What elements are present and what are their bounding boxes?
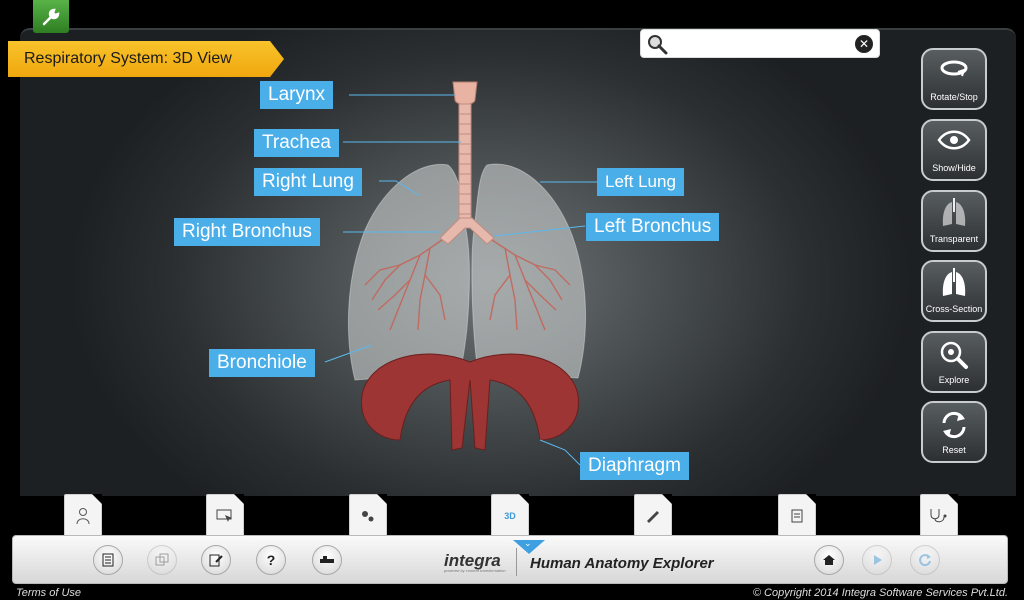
- home-icon: [823, 555, 835, 565]
- show-hide-label: Show/Hide: [932, 163, 976, 173]
- tab-settings[interactable]: [349, 494, 387, 536]
- diaphragm-shape: [361, 353, 579, 451]
- cross-section-button[interactable]: Cross-Section: [921, 260, 987, 322]
- help-button[interactable]: ?: [256, 545, 286, 575]
- rotate-stop-label: Rotate/Stop: [930, 92, 978, 102]
- copyright-text: © Copyright 2014 Integra Software Servic…: [752, 587, 1008, 599]
- tab-notes-write[interactable]: [634, 494, 672, 536]
- copy-icon: [155, 553, 169, 566]
- right-lung-shape: [347, 163, 470, 381]
- edit-notes-button[interactable]: [201, 545, 231, 575]
- tab-diagnosis[interactable]: [920, 494, 958, 536]
- label-right-bronchus[interactable]: Right Bronchus: [174, 218, 320, 246]
- label-diaphragm[interactable]: Diaphragm: [580, 452, 689, 480]
- person-icon: [76, 507, 90, 524]
- terms-of-use-link[interactable]: Terms of Use: [16, 587, 81, 599]
- label-trachea[interactable]: Trachea: [254, 129, 339, 157]
- transparent-lungs-icon: [942, 198, 966, 226]
- bed-button[interactable]: [312, 545, 342, 575]
- reset-button[interactable]: Reset: [921, 401, 987, 463]
- explore-button[interactable]: Explore: [921, 331, 987, 393]
- show-hide-button[interactable]: Show/Hide: [921, 119, 987, 181]
- edit-icon: [209, 554, 223, 567]
- reset-icon: [942, 411, 966, 439]
- tab-anatomy[interactable]: [64, 494, 102, 536]
- label-right-lung[interactable]: Right Lung: [254, 168, 362, 196]
- app-window: Respiratory System: 3D View ✕ Larynx Tra…: [0, 0, 1024, 600]
- copy-button[interactable]: [147, 545, 177, 575]
- explore-label: Explore: [938, 375, 970, 385]
- tab-presentation[interactable]: [206, 494, 244, 536]
- app-name: Human Anatomy Explorer: [530, 555, 714, 572]
- home-button[interactable]: [814, 545, 844, 575]
- label-bronchiole[interactable]: Bronchiole: [209, 349, 315, 377]
- brand-divider: [516, 548, 517, 576]
- cross-section-label: Cross-Section: [925, 304, 983, 314]
- transparent-label: Transparent: [929, 234, 979, 244]
- pen-write-icon: [647, 510, 659, 523]
- tab-document[interactable]: [778, 494, 816, 536]
- cross-section-lungs-icon: [942, 268, 966, 296]
- left-lung-shape: [471, 163, 587, 379]
- integra-logo: integra powered by content transformatio…: [444, 551, 506, 573]
- eye-icon: [937, 130, 971, 150]
- list-icon: [102, 553, 114, 567]
- 3d-icon: 3D: [504, 510, 516, 521]
- play-icon: [874, 555, 882, 565]
- label-left-lung[interactable]: Left Lung: [597, 168, 684, 196]
- respiratory-model[interactable]: [0, 0, 1024, 500]
- stethoscope-icon: [930, 508, 947, 522]
- label-left-bronchus[interactable]: Left Bronchus: [586, 213, 720, 241]
- monitor-pointer-icon: [216, 509, 232, 522]
- tab-3d[interactable]: 3D: [491, 494, 529, 536]
- replay-icon: [919, 554, 931, 567]
- label-larynx[interactable]: Larynx: [260, 81, 334, 109]
- gears-icon: [362, 510, 374, 521]
- bed-icon: [320, 556, 334, 563]
- larynx-shape: [452, 81, 478, 105]
- rotate-stop-button[interactable]: Rotate/Stop: [921, 48, 987, 110]
- contents-button[interactable]: [93, 545, 123, 575]
- notes-icon: [791, 509, 803, 522]
- play-button[interactable]: [862, 545, 892, 575]
- reset-label: Reset: [942, 445, 966, 455]
- brand-tagline: powered by content transformation: [444, 568, 506, 573]
- magnifier-icon: [940, 341, 968, 369]
- transparent-button[interactable]: Transparent: [921, 190, 987, 252]
- replay-button[interactable]: [910, 545, 940, 575]
- rotate-icon: [940, 60, 968, 77]
